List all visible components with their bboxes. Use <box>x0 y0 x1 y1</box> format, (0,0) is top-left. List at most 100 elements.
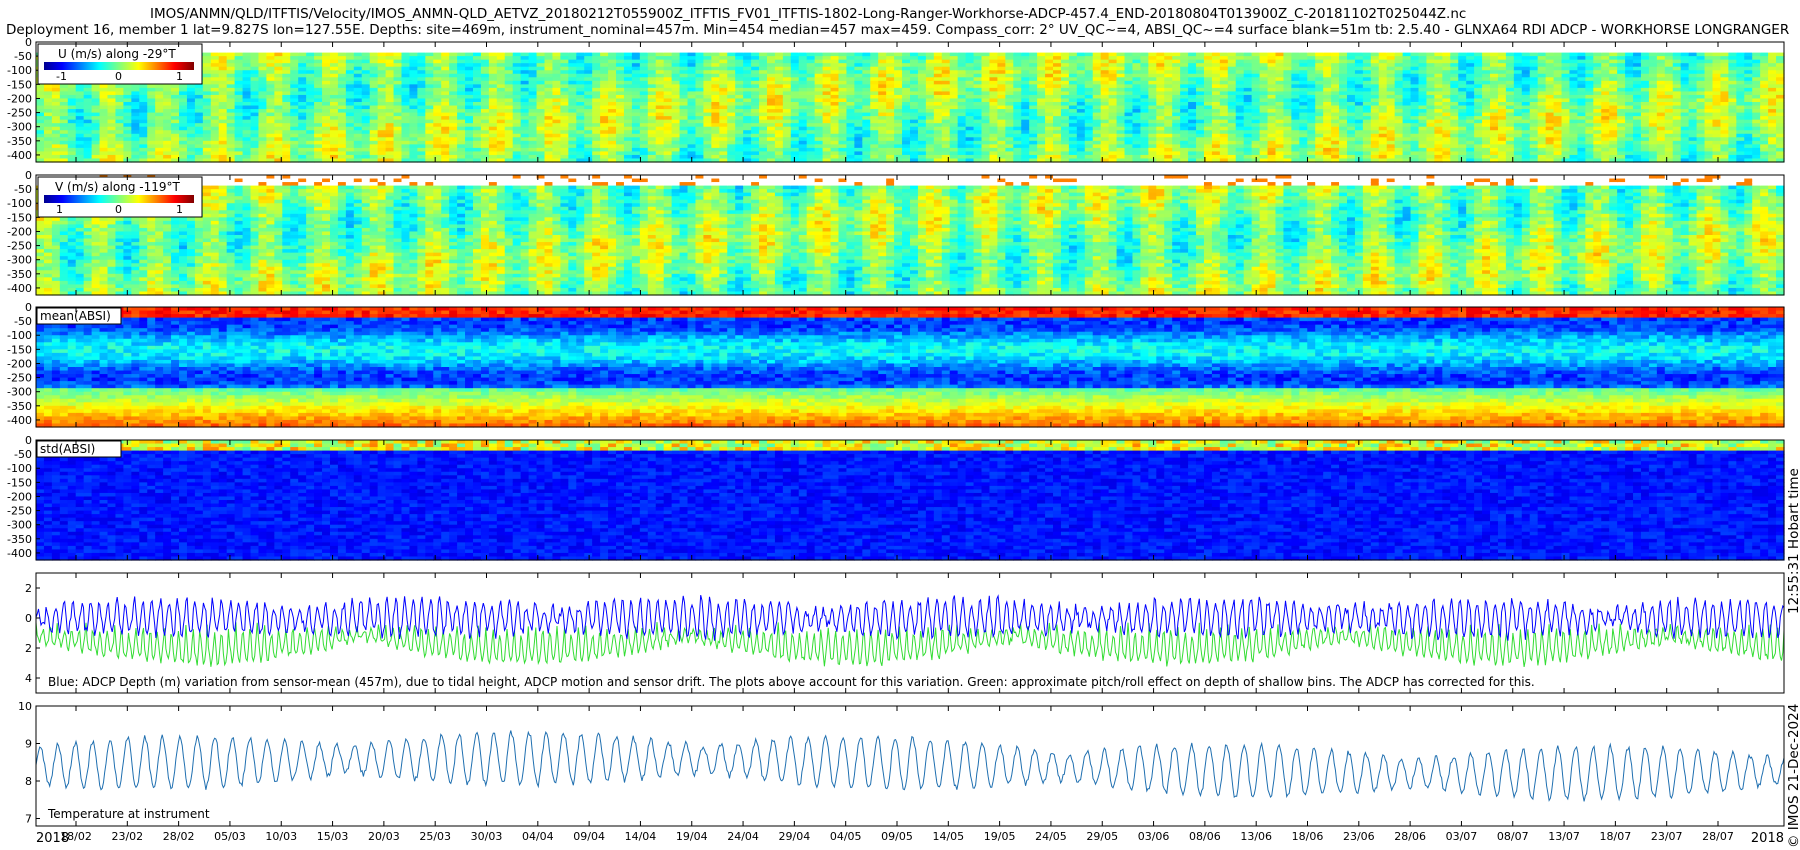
heatmap-cell <box>298 141 307 145</box>
heatmap-cell <box>807 137 816 141</box>
heatmap-cell <box>92 109 101 113</box>
heatmap-cell <box>719 77 728 81</box>
heatmap-cell <box>465 130 474 134</box>
heatmap-cell <box>1053 123 1062 127</box>
heatmap-cell <box>235 56 244 60</box>
heatmap-cell <box>36 88 45 92</box>
heatmap-cell <box>592 120 601 124</box>
heatmap-cell <box>1045 56 1054 60</box>
heatmap-cell <box>513 84 522 88</box>
heatmap-cell <box>44 95 53 99</box>
heatmap-cell <box>958 116 967 120</box>
heatmap-cell <box>497 42 506 46</box>
heatmap-cell <box>457 98 466 102</box>
heatmap-cell <box>743 98 752 102</box>
heatmap-cell <box>1148 116 1157 120</box>
heatmap-cell <box>370 148 379 152</box>
heatmap-cell <box>394 60 403 64</box>
heatmap-cell <box>52 120 61 124</box>
heatmap-cell <box>791 148 800 152</box>
heatmap-cell <box>465 155 474 159</box>
heatmap-cell <box>497 127 506 131</box>
heatmap-cell <box>711 148 720 152</box>
heatmap-cell <box>1101 137 1110 141</box>
heatmap-cell <box>378 74 387 78</box>
heatmap-cell <box>1037 102 1046 106</box>
heatmap-cell <box>457 67 466 71</box>
heatmap-cell <box>211 91 220 95</box>
heatmap-cell <box>815 148 824 152</box>
heatmap-cell <box>60 134 69 138</box>
heatmap-cell <box>60 137 69 141</box>
heatmap-cell <box>537 70 546 74</box>
heatmap-cell <box>179 123 188 127</box>
heatmap-cell <box>982 46 991 50</box>
heatmap-cell <box>695 148 704 152</box>
heatmap-cell <box>68 120 77 124</box>
heatmap-cell <box>465 137 474 141</box>
heatmap-cell <box>632 116 641 120</box>
heatmap-cell <box>1029 98 1038 102</box>
heatmap-cell <box>632 91 641 95</box>
heatmap-cell <box>1037 123 1046 127</box>
heatmap-cell <box>243 81 252 85</box>
heatmap-cell <box>481 141 490 145</box>
heatmap-cell <box>378 148 387 152</box>
heatmap-cell <box>489 116 498 120</box>
heatmap-cell <box>703 151 712 155</box>
heatmap-cell <box>942 134 951 138</box>
heatmap-cell <box>449 95 458 99</box>
heatmap-cell <box>417 91 426 95</box>
heatmap-cell <box>560 123 569 127</box>
heatmap-cell <box>513 106 522 110</box>
heatmap-cell <box>648 116 657 120</box>
heatmap-cell <box>552 120 561 124</box>
heatmap-cell <box>441 130 450 134</box>
heatmap-cell <box>1125 102 1134 106</box>
heatmap-cell <box>282 46 291 50</box>
heatmap-cell <box>982 95 991 99</box>
heatmap-cell <box>672 137 681 141</box>
heatmap-cell <box>1164 134 1173 138</box>
heatmap-cell <box>632 84 641 88</box>
heatmap-cell <box>386 56 395 60</box>
heatmap-cell <box>584 113 593 117</box>
heatmap-cell <box>179 98 188 102</box>
heatmap-cell <box>640 137 649 141</box>
heatmap-cell <box>163 91 172 95</box>
heatmap-cell <box>632 120 641 124</box>
heatmap-cell <box>1101 120 1110 124</box>
heatmap-cell <box>767 106 776 110</box>
heatmap-cell <box>751 113 760 117</box>
heatmap-cell <box>878 74 887 78</box>
heatmap-cell <box>1093 120 1102 124</box>
heatmap-cell <box>1029 42 1038 46</box>
heatmap-cell <box>1148 127 1157 131</box>
heatmap-cell <box>187 102 196 106</box>
heatmap-cell <box>481 120 490 124</box>
heatmap-cell <box>195 127 204 131</box>
heatmap-cell <box>870 148 879 152</box>
heatmap-cell <box>886 134 895 138</box>
heatmap-cell <box>807 130 816 134</box>
heatmap-cell <box>243 56 252 60</box>
heatmap-cell <box>330 63 339 67</box>
heatmap-cell <box>568 148 577 152</box>
heatmap-cell <box>1148 134 1157 138</box>
heatmap-cell <box>100 106 109 110</box>
heatmap-cell <box>878 98 887 102</box>
heatmap-cell <box>648 95 657 99</box>
heatmap-cell <box>537 137 546 141</box>
heatmap-cell <box>338 88 347 92</box>
heatmap-cell <box>711 134 720 138</box>
heatmap-cell <box>227 56 236 60</box>
heatmap-cell <box>1029 53 1038 57</box>
heatmap-cell <box>942 130 951 134</box>
heatmap-cell <box>529 155 538 159</box>
heatmap-cell <box>1140 53 1149 57</box>
heatmap-cell <box>394 109 403 113</box>
heatmap-cell <box>934 141 943 145</box>
heatmap-cell <box>775 42 784 46</box>
heatmap-cell <box>44 120 53 124</box>
heatmap-cell <box>751 144 760 148</box>
